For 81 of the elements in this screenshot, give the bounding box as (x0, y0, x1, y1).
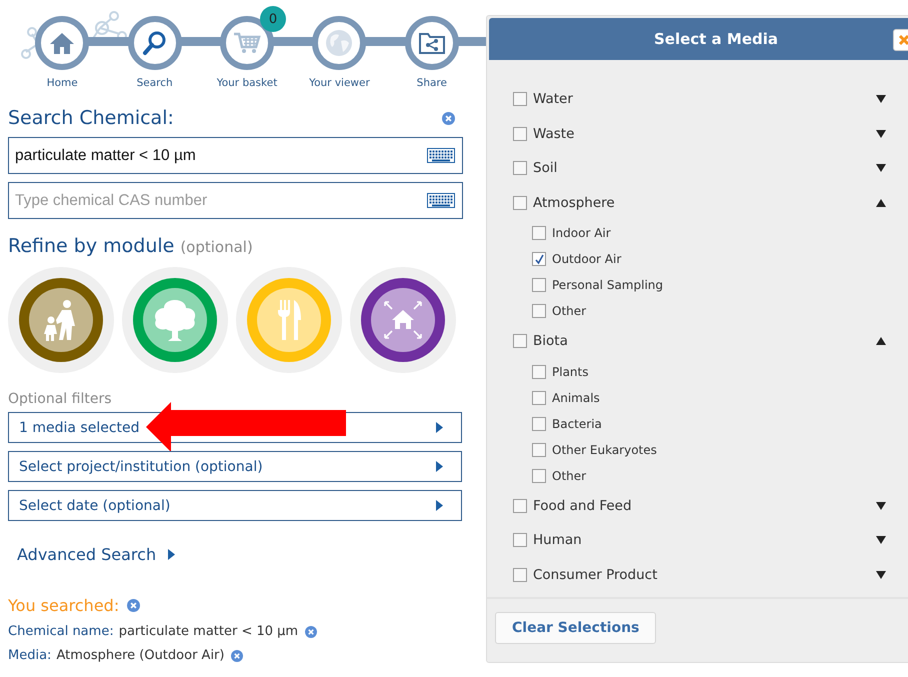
hint-text: (optional) (180, 238, 253, 256)
checkbox-item[interactable]: Outdoor Air (532, 246, 622, 272)
keyboard-icon (427, 148, 455, 163)
checkbox-item[interactable]: Personal Sampling (532, 272, 663, 298)
nav-item[interactable]: Home (16, 0, 108, 95)
tree-icon (152, 298, 198, 342)
expand-icon[interactable] (876, 502, 886, 510)
expand-icon[interactable] (876, 164, 886, 172)
clear-selections-button[interactable]: Clear Selections (495, 612, 656, 644)
caret-icon (436, 500, 443, 511)
dialog-title: Select a Media (654, 30, 778, 48)
share-folder-icon (418, 31, 446, 55)
checkbox[interactable] (513, 334, 527, 348)
checkbox-item[interactable]: Animals (532, 384, 600, 410)
nav-item[interactable]: Share (386, 0, 478, 95)
section-title: Search Chemical: (8, 107, 174, 129)
checkbox-item[interactable]: Food and Feed (513, 498, 632, 514)
house-arrows-icon (381, 298, 425, 342)
search-icon (142, 30, 168, 56)
checkbox-item[interactable]: Water (513, 91, 573, 108)
expand-icon[interactable] (876, 536, 886, 544)
caret-icon (168, 549, 176, 560)
checkbox[interactable] (513, 568, 527, 582)
criterion-label: Chemical name: (8, 624, 114, 639)
checkbox-item[interactable]: Consumer Product (513, 566, 658, 583)
expand-icon[interactable] (876, 130, 886, 138)
keyboard-icon (427, 193, 455, 208)
checkbox[interactable] (532, 304, 546, 318)
checkbox[interactable] (532, 252, 546, 266)
cart-icon (233, 31, 262, 55)
checkbox[interactable] (513, 92, 527, 106)
collapse-icon[interactable] (876, 337, 886, 346)
nav-item[interactable]: Your viewer (293, 0, 386, 95)
checkbox-item[interactable]: Other (532, 462, 586, 488)
checkbox[interactable] (513, 498, 527, 513)
section-title: Refine by module (8, 235, 174, 257)
checkbox-item[interactable]: Atmosphere (513, 194, 615, 211)
nav-item[interactable]: 0 Your basket (200, 0, 294, 95)
nav-item[interactable]: Search (108, 0, 201, 95)
remove-icon[interactable] (305, 626, 318, 638)
checkbox-item[interactable]: Indoor Air (532, 220, 611, 246)
checkbox-item[interactable]: Biota (513, 333, 568, 350)
criterion-label: Media: (8, 648, 52, 663)
checkbox[interactable] (532, 390, 546, 404)
caret-icon (436, 461, 443, 472)
checkbox-item[interactable]: Waste (513, 126, 574, 142)
checkbox[interactable] (513, 533, 527, 548)
checkbox[interactable] (513, 161, 527, 176)
criterion-value: Atmosphere (Outdoor Air) (56, 648, 224, 663)
searched-title: You searched: (8, 596, 120, 615)
checkbox[interactable] (513, 196, 527, 210)
globe-icon (325, 29, 354, 57)
checkbox[interactable] (532, 442, 546, 456)
checkbox-item[interactable]: Other Eukaryotes (532, 436, 657, 462)
checkbox-item[interactable]: Plants (532, 358, 588, 384)
checkbox-item[interactable]: Other (532, 298, 586, 324)
expand-icon[interactable] (876, 95, 886, 104)
search-field[interactable]: particulate matter < 10 µm (8, 137, 463, 174)
collapse-icon[interactable] (876, 198, 886, 207)
filters-label: Optional filters (8, 391, 113, 407)
checkbox-item[interactable]: Human (513, 532, 582, 548)
advanced-search-link[interactable]: Advanced Search (17, 545, 176, 564)
search-field[interactable]: Type chemical CAS number (8, 182, 463, 219)
checkbox[interactable] (513, 126, 527, 141)
clear-icon[interactable] (127, 599, 140, 612)
close-icon (898, 34, 908, 46)
home-icon (49, 31, 76, 55)
clear-icon[interactable] (442, 112, 455, 124)
checkbox[interactable] (532, 468, 546, 482)
remove-icon[interactable] (231, 650, 244, 662)
filter-dropdown[interactable]: Select project/institution (optional) (8, 451, 462, 482)
count-badge: 0 (260, 6, 286, 32)
criterion-value: particulate matter < 10 µm (118, 624, 298, 639)
checkbox[interactable] (532, 364, 546, 378)
checkbox-item[interactable]: Soil (513, 160, 558, 176)
checkbox[interactable] (532, 278, 546, 292)
checkbox[interactable] (532, 226, 546, 240)
filter-dropdown[interactable]: Select date (optional) (8, 490, 462, 521)
expand-icon[interactable] (876, 570, 886, 579)
checkbox-item[interactable]: Bacteria (532, 410, 602, 436)
checkbox[interactable] (532, 416, 546, 430)
